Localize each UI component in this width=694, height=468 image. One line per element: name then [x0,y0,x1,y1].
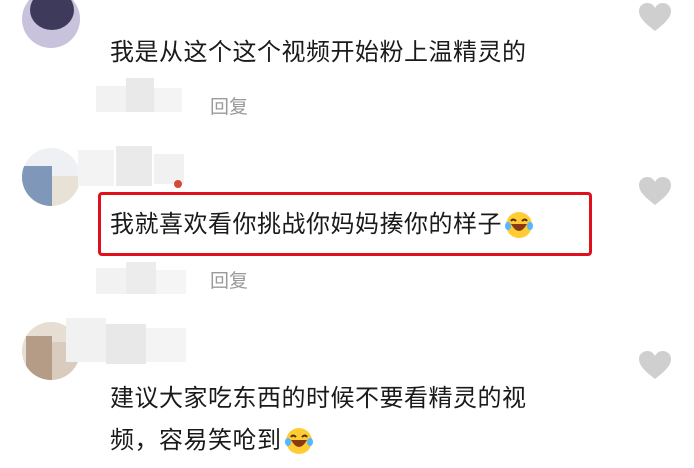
heart-icon[interactable] [638,176,672,206]
reply-button[interactable]: 回复 [210,92,248,119]
username-blur [96,262,190,296]
username-blur [96,78,186,114]
heart-icon[interactable] [638,350,672,380]
avatar[interactable] [22,0,80,48]
comment-text-line-2: 频，容易笑呛到 [110,420,314,460]
username-blur [78,146,188,194]
reply-button[interactable]: 回复 [210,266,248,293]
laughing-crying-emoji [505,212,533,238]
avatar[interactable] [22,148,80,206]
comment-text-content: 频，容易笑呛到 [110,426,282,454]
username-blur [66,318,196,372]
heart-icon[interactable] [638,2,672,32]
comment-text: 我是从这个这个视频开始粉上温精灵的 [110,38,527,66]
comment-text-content: 我就喜欢看你挑战你妈妈揍你的样子 [110,210,502,238]
comment-text-line-1: 建议大家吃东西的时候不要看精灵的视 [110,384,527,412]
laughing-crying-emoji [284,428,313,454]
comment-text: 我就喜欢看你挑战你妈妈揍你的样子 [110,204,534,244]
